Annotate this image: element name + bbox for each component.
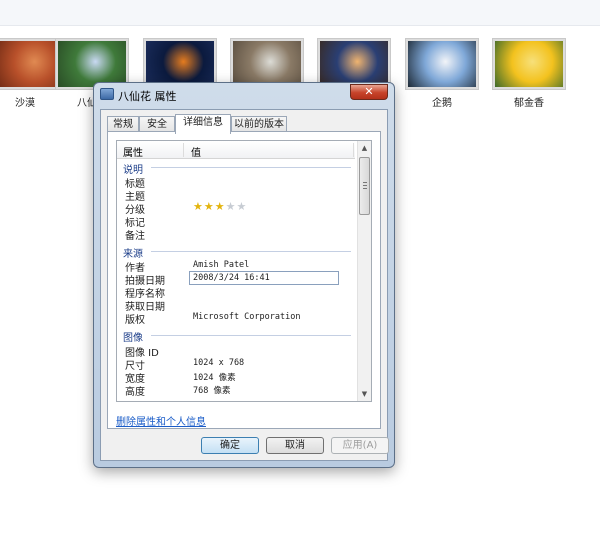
- rating-stars[interactable]: ★★★★★: [193, 201, 247, 213]
- scroll-up-arrow-icon[interactable]: ▲: [358, 141, 371, 155]
- star-icon[interactable]: ★: [237, 201, 247, 213]
- group-divider: [151, 251, 351, 252]
- column-header-property[interactable]: 属性: [123, 144, 143, 159]
- dimensions-value[interactable]: 1024 x 768: [193, 358, 244, 368]
- details-listview[interactable]: 属性 值 说明 标题 主题 分级 ★★★★★ 标记 备注 来源 作者 Amish…: [116, 140, 372, 402]
- remove-properties-link[interactable]: 删除属性和个人信息: [116, 413, 206, 428]
- author-value[interactable]: Amish Patel: [193, 260, 249, 270]
- thumbnail-image: [233, 41, 301, 87]
- thumbnail-image: [408, 41, 476, 87]
- cancel-button[interactable]: 取消: [266, 437, 324, 454]
- height-value[interactable]: 768 像素: [193, 384, 230, 396]
- copyright-value[interactable]: Microsoft Corporation: [193, 312, 300, 322]
- grip-line: [363, 185, 367, 186]
- listview-header: 属性 值: [117, 141, 355, 159]
- column-divider[interactable]: [183, 143, 184, 157]
- thumbnail-label[interactable]: 郁金香: [492, 94, 566, 109]
- thumbnail-image: [58, 41, 126, 87]
- scroll-down-arrow-icon[interactable]: ▼: [358, 387, 371, 401]
- close-button[interactable]: ✕: [350, 84, 388, 100]
- apply-button: 应用(A): [331, 437, 389, 454]
- star-icon[interactable]: ★: [215, 201, 225, 213]
- column-divider[interactable]: [353, 143, 354, 157]
- date-taken-field[interactable]: 2008/3/24 16:41: [189, 271, 339, 285]
- star-icon[interactable]: ★: [204, 201, 214, 213]
- explorer-top-strip: [0, 0, 600, 26]
- dialog-titlebar[interactable]: 八仙花 属性 ✕: [94, 83, 394, 107]
- column-header-value[interactable]: 值: [191, 144, 201, 159]
- group-header-description: 说明: [123, 165, 143, 176]
- properties-dialog: 八仙花 属性 ✕ 常规 安全 详细信息 以前的版本 属性 值 说明 标题 主题: [93, 82, 395, 468]
- star-icon[interactable]: ★: [193, 201, 203, 213]
- group-header-image: 图像: [123, 333, 143, 344]
- property-label[interactable]: 高度: [125, 383, 145, 398]
- group-header-origin: 来源: [123, 249, 143, 260]
- window-icon: [100, 88, 114, 100]
- thumbnail-penguins[interactable]: [405, 38, 479, 90]
- group-divider: [151, 167, 351, 168]
- details-panel: 属性 值 说明 标题 主题 分级 ★★★★★ 标记 备注 来源 作者 Amish…: [107, 131, 381, 429]
- thumbnail-image: [320, 41, 388, 87]
- property-label[interactable]: 备注: [125, 227, 145, 242]
- star-icon[interactable]: ★: [226, 201, 236, 213]
- thumbnail-tulips[interactable]: [492, 38, 566, 90]
- dialog-title: 八仙花 属性: [118, 90, 177, 103]
- thumbnail-image: [146, 41, 214, 87]
- width-value[interactable]: 1024 像素: [193, 371, 236, 383]
- thumbnail-image: [495, 41, 563, 87]
- thumbnail-label[interactable]: 企鹅: [405, 94, 479, 109]
- dialog-client: 常规 安全 详细信息 以前的版本 属性 值 说明 标题 主题 分级 ★★★★★ …: [100, 109, 389, 461]
- thumbnail-label[interactable]: 沙漠: [0, 94, 62, 109]
- group-divider: [151, 335, 351, 336]
- property-label[interactable]: 版权: [125, 311, 145, 326]
- tab-details[interactable]: 详细信息: [175, 114, 231, 134]
- vertical-scrollbar[interactable]: ▲ ▼: [357, 141, 371, 401]
- grip-line: [363, 182, 367, 183]
- ok-button[interactable]: 确定: [201, 437, 259, 454]
- scrollbar-thumb[interactable]: [359, 157, 370, 215]
- grip-line: [363, 188, 367, 189]
